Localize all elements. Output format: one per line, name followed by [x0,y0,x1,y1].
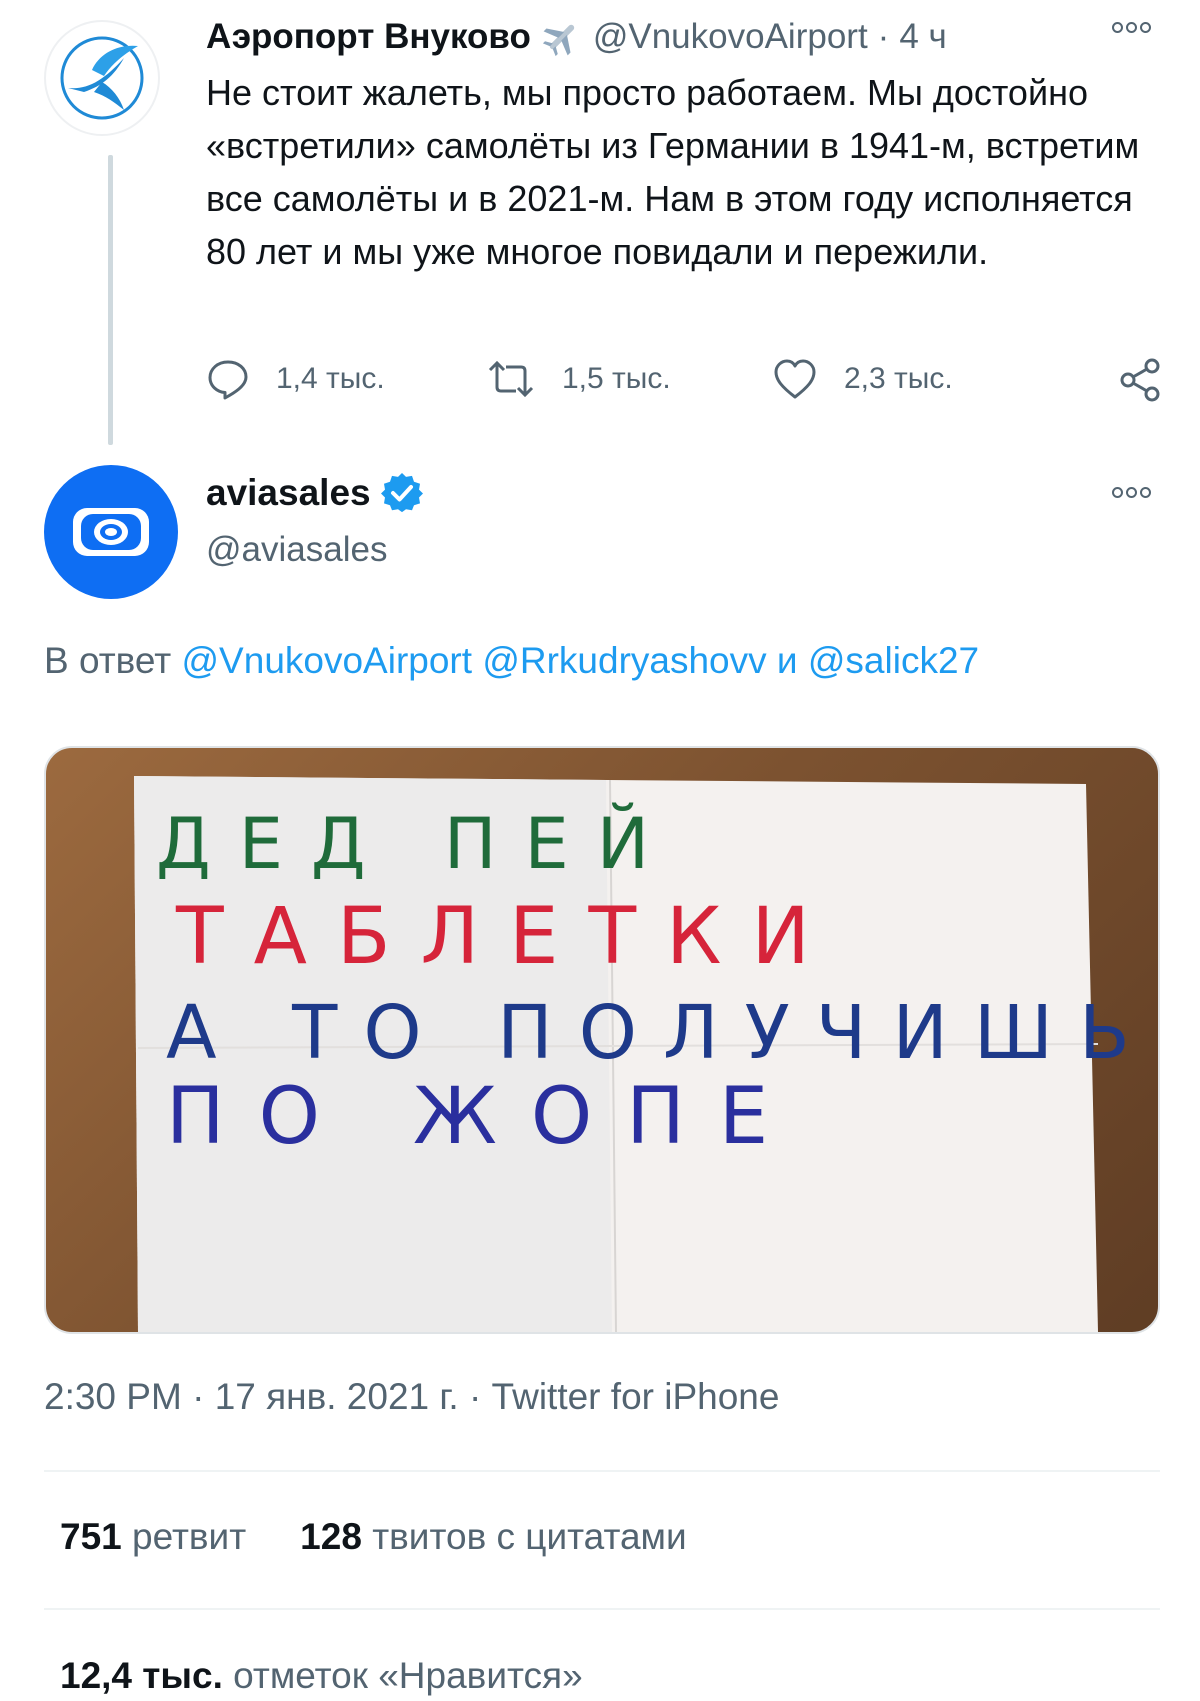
retweet-label: ретвит [132,1516,247,1557]
note-line-3: А ТО ПОЛУЧИШЬ [166,990,1156,1076]
reply-count: 1,4 тыс. [276,362,385,395]
retweet-button[interactable]: 1,5 тыс. [486,357,671,401]
reply-prefix: В ответ [44,640,172,681]
author-name[interactable]: Аэропорт Внуково [206,17,531,57]
tweet-meta: 2:30 PM · 17 янв. 2021 г. · Twitter for … [44,1376,779,1418]
parent-tweet-header: Аэропорт Внуково @VnukovoAirport · 4 ч [206,12,947,62]
divider [44,1608,1160,1610]
handwritten-note-photo: ДЕД ПЕЙ ТАБЛЕТКИ А ТО ПОЛУЧИШЬ ПО ЖОПЕ [134,776,1156,1332]
retweet-icon [488,360,534,398]
author-name[interactable]: aviasales [206,472,371,514]
tweet-date[interactable]: 17 янв. 2021 г. [215,1376,459,1417]
divider [44,1470,1160,1472]
quotes-stat[interactable]: 128 твитов с цитатами [300,1516,686,1557]
likes-stat[interactable]: 12,4 тыс. отметок «Нравится» [60,1655,583,1697]
retweets-stat[interactable]: 751 ретвит [60,1516,246,1557]
separator: · [468,1376,482,1417]
vnukovo-logo-icon [60,36,144,120]
separator: · [877,17,890,56]
more-options-icon[interactable] [1112,22,1151,33]
aviasales-avatar[interactable] [44,465,178,599]
retweet-count: 1,5 тыс. [562,362,671,395]
note-line-2: ТАБЛЕТКИ [175,892,840,982]
note-line-1: ДЕД ПЕЙ [156,803,677,885]
mention-link[interactable]: @Rrkudryashovv [482,640,766,681]
author-handle[interactable]: @VnukovoAirport [593,17,868,57]
aviasales-logo-icon [73,508,149,556]
like-count: 12,4 тыс. [60,1655,223,1696]
parent-tweet-text: Не стоит жалеть, мы просто работаем. Мы … [206,72,1140,272]
parent-tweet-actions: 1,4 тыс. 1,5 тыс. 2,3 тыс. [206,357,1166,407]
mention-link[interactable]: @VnukovoAirport [182,640,473,681]
separator: · [192,1376,205,1417]
thread-connector [108,155,113,445]
heart-icon [774,359,816,399]
tweet-time[interactable]: 4 ч [899,17,946,57]
quote-count: 128 [300,1516,362,1557]
quote-label: твитов с цитатами [372,1516,687,1557]
reply-icon [208,360,248,400]
like-label: отметок «Нравится» [233,1655,583,1696]
share-button[interactable] [1118,357,1190,403]
vnukovo-avatar[interactable] [44,20,160,136]
tweet-stats-row: 751 ретвит 128 твитов с цитатами [60,1516,687,1558]
plane-emoji-icon [541,16,583,58]
share-icon [1120,358,1160,402]
aviasales-name-row: aviasales [206,472,423,514]
tweet-source[interactable]: Twitter for iPhone [492,1376,780,1417]
author-handle[interactable]: @aviasales [206,530,387,570]
tweet-time[interactable]: 2:30 PM [44,1376,182,1417]
reply-button[interactable]: 1,4 тыс. [206,357,385,401]
more-options-icon[interactable] [1112,487,1151,498]
reply-conjunction: и [776,640,798,681]
like-count: 2,3 тыс. [844,362,953,395]
mention-link[interactable]: @salick27 [808,640,979,681]
retweet-count: 751 [60,1516,122,1557]
tweet-image[interactable]: ДЕД ПЕЙ ТАБЛЕТКИ А ТО ПОЛУЧИШЬ ПО ЖОПЕ [44,746,1160,1334]
like-button[interactable]: 2,3 тыс. [772,357,953,401]
verified-badge-icon [380,472,423,513]
note-line-4: ПО ЖОПЕ [166,1072,802,1162]
reply-context: В ответ @VnukovoAirport @Rrkudryashovv и… [44,640,979,682]
